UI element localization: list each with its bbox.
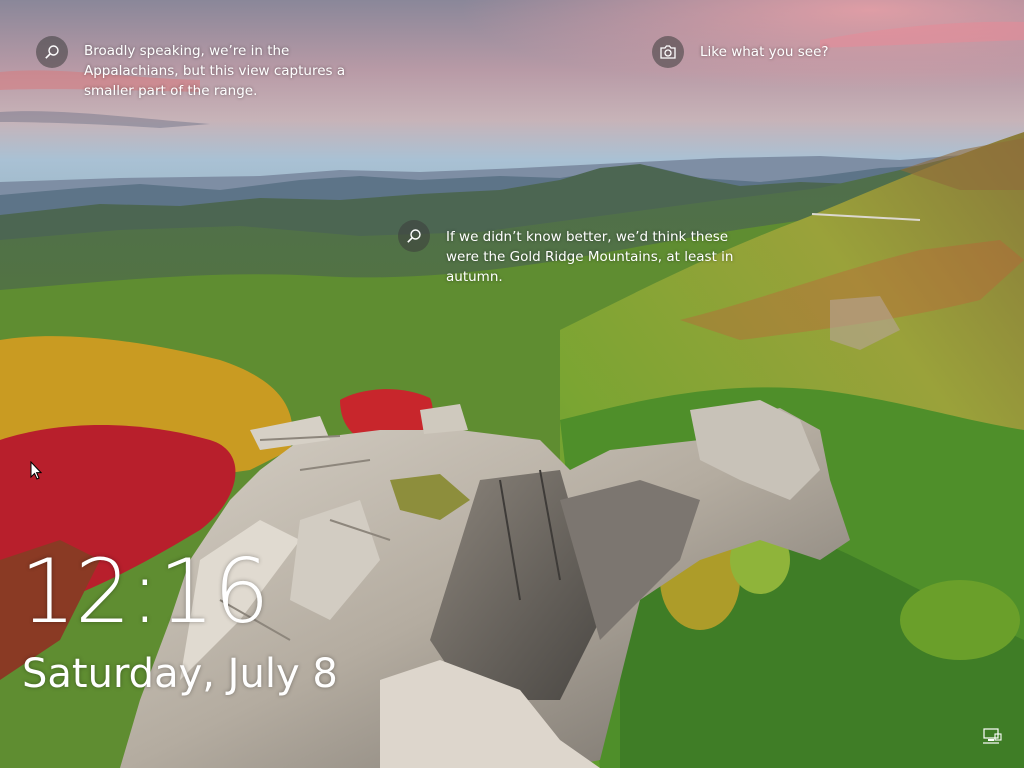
hotspot-info-appalachians[interactable]: Broadly speaking, we’re in the Appalachi… xyxy=(36,36,354,101)
hotspot-like-what-you-see[interactable]: Like what you see? xyxy=(652,36,829,68)
hotspot-text: If we didn’t know better, we’d think the… xyxy=(446,229,734,285)
mouse-pointer-icon xyxy=(30,460,43,481)
hotspot-text: Broadly speaking, we’re in the Appalachi… xyxy=(84,43,346,99)
lock-date: Saturday, July 8 xyxy=(22,651,338,697)
network-icon[interactable] xyxy=(982,728,1002,746)
lock-clock: 12:16 xyxy=(20,540,270,643)
hotspot-info-gold-ridge[interactable]: If we didn’t know better, we’d think the… xyxy=(398,220,736,287)
hotspot-text: Like what you see? xyxy=(700,44,829,60)
camera-icon xyxy=(652,36,684,68)
search-icon xyxy=(398,220,430,252)
search-icon xyxy=(36,36,68,68)
